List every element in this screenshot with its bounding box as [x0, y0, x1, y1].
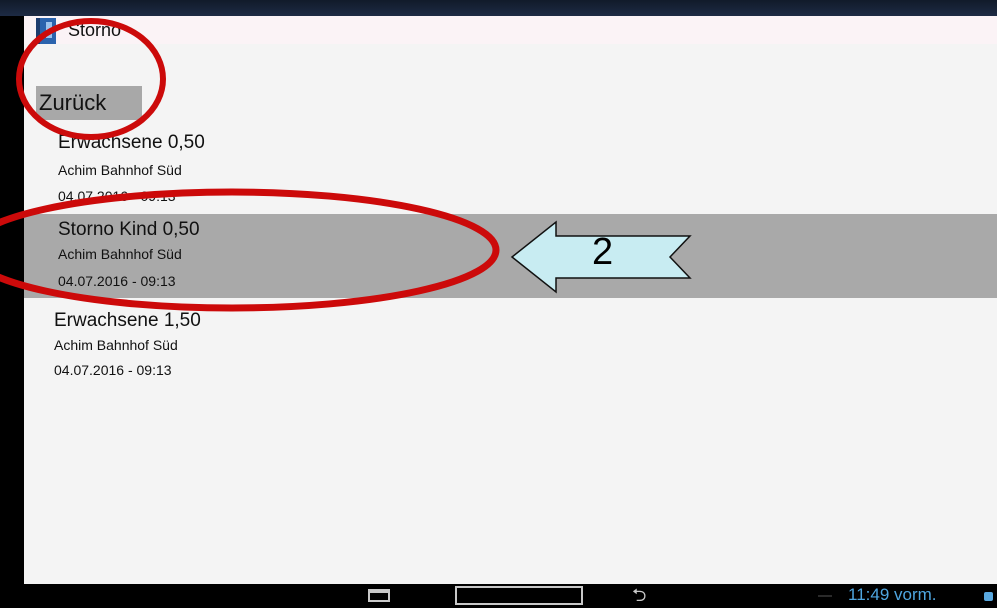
ticket-type: Erwachsene 0,50 [58, 132, 205, 153]
ticket-type: Storno Kind 0,50 [58, 219, 200, 240]
system-nav-bar: ⮌ 11:49 vorm. [0, 584, 997, 608]
app-title: Storno [68, 20, 122, 40]
ticket-type: Erwachsene 1,50 [54, 310, 201, 331]
ticket-item-selected[interactable]: Storno Kind 0,50 Achim Bahnhof Süd 04.07… [24, 214, 997, 298]
ticket-item[interactable]: Erwachsene 1,50 Achim Bahnhof Süd 04.07.… [24, 306, 997, 386]
title-bar: Storno [24, 16, 997, 44]
ticket-datetime: 04.07.2016 - 09:13 [54, 362, 172, 378]
back-button[interactable]: Zurück [36, 86, 142, 120]
home-button[interactable] [455, 586, 583, 605]
storno-app: Storno Zurück Erwachsene 0,50 Achim Bahn… [24, 16, 997, 584]
ticket-station: Achim Bahnhof Süd [58, 162, 182, 178]
clock: 11:49 vorm. [848, 585, 937, 604]
notification-icon[interactable] [984, 592, 993, 601]
ticket-datetime: 04.07.2016 - 09:13 [58, 273, 176, 289]
ticket-station: Achim Bahnhof Süd [58, 246, 182, 262]
app-icon [36, 18, 56, 44]
recent-apps-icon[interactable] [368, 589, 390, 602]
tablet-screen: Storno Zurück Erwachsene 0,50 Achim Bahn… [0, 0, 997, 608]
top-rim [0, 0, 997, 16]
arrow-label: 2 [592, 231, 614, 273]
ticket-item[interactable]: Erwachsene 0,50 Achim Bahnhof Süd 04.07.… [24, 126, 997, 216]
ticket-datetime: 04.07.2016 - 09:13 [58, 188, 176, 204]
status-divider [818, 595, 832, 597]
ticket-station: Achim Bahnhof Süd [54, 337, 178, 353]
back-icon[interactable]: ⮌ [632, 585, 646, 605]
